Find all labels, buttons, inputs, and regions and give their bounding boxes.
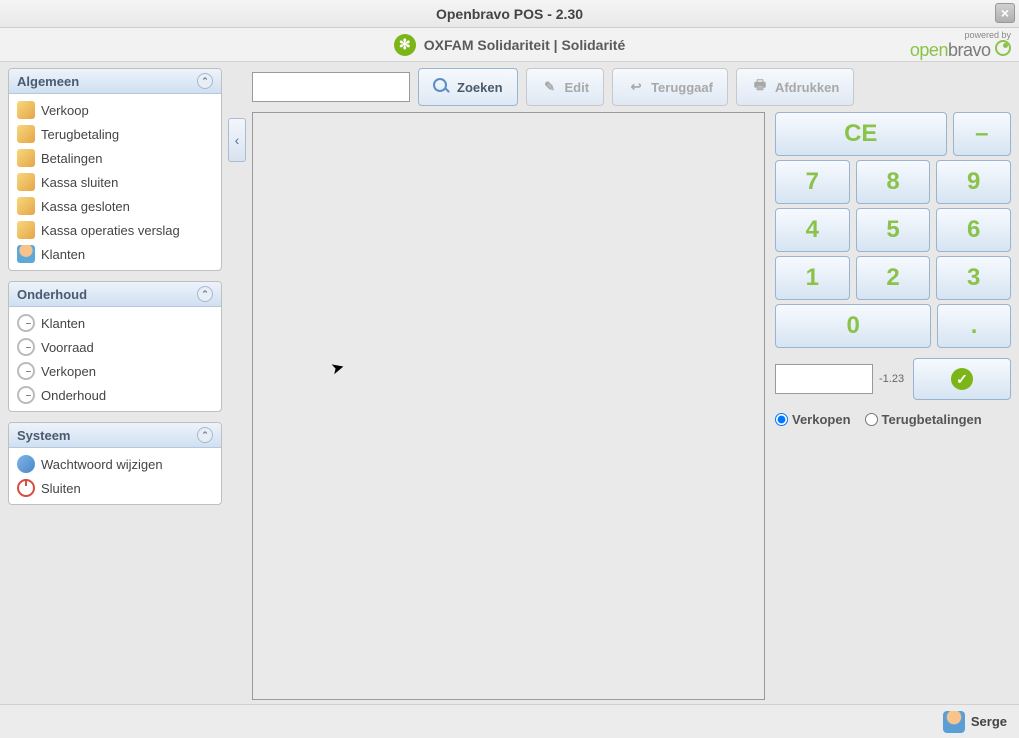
keypad-minus-button[interactable]: – (953, 112, 1012, 156)
edit-button[interactable]: ✎ Edit (526, 68, 605, 106)
window-close-button[interactable]: × (995, 3, 1015, 23)
keypad-7-button[interactable]: 7 (775, 160, 850, 204)
search-button[interactable]: Zoeken (418, 68, 518, 106)
title-bar: Openbravo POS - 2.30 × (0, 0, 1019, 28)
brand-name: openbravo (910, 40, 1011, 61)
keypad-8-button[interactable]: 8 (856, 160, 931, 204)
nav-kassa-gesloten[interactable]: Kassa gesloten (11, 194, 219, 218)
nav-maint-voorraad[interactable]: Voorraad (11, 335, 219, 359)
close-cash-icon (17, 173, 35, 191)
panel-title: Algemeen (17, 74, 79, 89)
sales-maint-icon (17, 362, 35, 380)
exit-icon (17, 479, 35, 497)
panel-header-algemeen[interactable]: Algemeen ⌃ (9, 69, 221, 94)
nav-exit[interactable]: Sluiten (11, 476, 219, 500)
keypad-dot-button[interactable]: . (937, 304, 1011, 348)
keypad-2-button[interactable]: 2 (856, 256, 931, 300)
brand-circle-icon (995, 40, 1011, 56)
return-button[interactable]: ↩ Teruggaaf (612, 68, 728, 106)
keypad-3-button[interactable]: 3 (936, 256, 1011, 300)
panel-body: Verkoop Terugbetaling Betalingen Kassa s… (9, 94, 221, 270)
nav-maint-klanten[interactable]: Klanten (11, 311, 219, 335)
panel-title: Onderhoud (17, 287, 87, 302)
customers-maint-icon (17, 314, 35, 332)
cursor-icon: ➤ (329, 357, 347, 380)
keypad-9-button[interactable]: 9 (936, 160, 1011, 204)
nav-maint-onderhoud[interactable]: Onderhoud (11, 383, 219, 407)
sidebar-collapse-button[interactable]: ‹ (228, 118, 246, 162)
user-avatar-icon (943, 711, 965, 733)
header-bar: ✻ OXFAM Solidariteit | Solidarité powere… (0, 28, 1019, 62)
nav-change-password[interactable]: Wachtwoord wijzigen (11, 452, 219, 476)
window-title: Openbravo POS - 2.30 (436, 6, 583, 22)
sale-icon (17, 101, 35, 119)
org-name: OXFAM Solidariteit | Solidarité (424, 37, 626, 53)
radio-verkopen-input[interactable] (775, 413, 788, 426)
main-area: Algemeen ⌃ Verkoop Terugbetaling Betalin… (0, 62, 1019, 704)
keypad-ce-button[interactable]: CE (775, 112, 947, 156)
panel-title: Systeem (17, 428, 70, 443)
keypad-5-button[interactable]: 5 (856, 208, 931, 252)
nav-kassa-sluiten[interactable]: Kassa sluiten (11, 170, 219, 194)
panel-header-onderhoud[interactable]: Onderhoud ⌃ (9, 282, 221, 307)
brand-logo: powered by openbravo (910, 30, 1011, 61)
payments-icon (17, 149, 35, 167)
keypad-6-button[interactable]: 6 (936, 208, 1011, 252)
radio-terugbetalingen-input[interactable] (865, 413, 878, 426)
radio-verkopen[interactable]: Verkopen (775, 412, 851, 427)
nav-terugbetaling[interactable]: Terugbetaling (11, 122, 219, 146)
keypad-ok-button[interactable]: ✓ (913, 358, 1011, 400)
nav-verkoop[interactable]: Verkoop (11, 98, 219, 122)
panel-body: Wachtwoord wijzigen Sluiten (9, 448, 221, 504)
nav-betalingen[interactable]: Betalingen (11, 146, 219, 170)
nav-maint-verkopen[interactable]: Verkopen (11, 359, 219, 383)
toolbar: Zoeken ✎ Edit ↩ Teruggaaf 🖶 Afdrukken (252, 68, 1011, 106)
collapse-icon[interactable]: ⌃ (197, 286, 213, 302)
nav-klanten[interactable]: Klanten (11, 242, 219, 266)
print-button[interactable]: 🖶 Afdrukken (736, 68, 854, 106)
chevron-left-icon: ‹ (235, 132, 240, 148)
search-icon (433, 78, 451, 96)
results-panel: ➤ (252, 112, 765, 700)
collapse-icon[interactable]: ⌃ (197, 427, 213, 443)
keypad-display-input[interactable] (775, 364, 873, 394)
nav-kassa-operaties[interactable]: Kassa operaties verslag (11, 218, 219, 242)
password-icon (17, 455, 35, 473)
panel-header-systeem[interactable]: Systeem ⌃ (9, 423, 221, 448)
maintenance-icon (17, 386, 35, 404)
brand-powered-by: powered by (910, 30, 1011, 40)
mode-radio-group: Verkopen Terugbetalingen (775, 412, 1011, 427)
return-icon: ↩ (627, 78, 645, 96)
edit-icon: ✎ (541, 78, 559, 96)
keypad-4-button[interactable]: 4 (775, 208, 850, 252)
keypad-1-button[interactable]: 1 (775, 256, 850, 300)
inventory-icon (17, 338, 35, 356)
keypad-0-button[interactable]: 0 (775, 304, 931, 348)
content-area: Zoeken ✎ Edit ↩ Teruggaaf 🖶 Afdrukken ➤ … (252, 68, 1011, 700)
keypad: CE – 7 8 9 4 5 6 1 2 3 (775, 112, 1011, 700)
org-badge-icon: ✻ (394, 34, 416, 56)
sidebar-collapse-handle: ‹ (228, 68, 246, 700)
customers-icon (17, 245, 35, 263)
sidebar: Algemeen ⌃ Verkoop Terugbetaling Betalin… (8, 68, 222, 700)
status-user-name: Serge (971, 714, 1007, 729)
panel-onderhoud: Onderhoud ⌃ Klanten Voorraad Verkopen On… (8, 281, 222, 412)
panel-body: Klanten Voorraad Verkopen Onderhoud (9, 307, 221, 411)
collapse-icon[interactable]: ⌃ (197, 73, 213, 89)
search-input[interactable] (252, 72, 410, 102)
check-icon: ✓ (951, 368, 973, 390)
print-icon: 🖶 (751, 78, 769, 96)
status-bar: Serge (0, 704, 1019, 738)
radio-terugbetalingen[interactable]: Terugbetalingen (865, 412, 982, 427)
cash-report-icon (17, 221, 35, 239)
cash-closed-icon (17, 197, 35, 215)
content-row: ➤ CE – 7 8 9 4 5 6 1 2 (252, 112, 1011, 700)
keypad-hint-label: -1.23 (879, 373, 907, 385)
panel-systeem: Systeem ⌃ Wachtwoord wijzigen Sluiten (8, 422, 222, 505)
refund-icon (17, 125, 35, 143)
panel-algemeen: Algemeen ⌃ Verkoop Terugbetaling Betalin… (8, 68, 222, 271)
